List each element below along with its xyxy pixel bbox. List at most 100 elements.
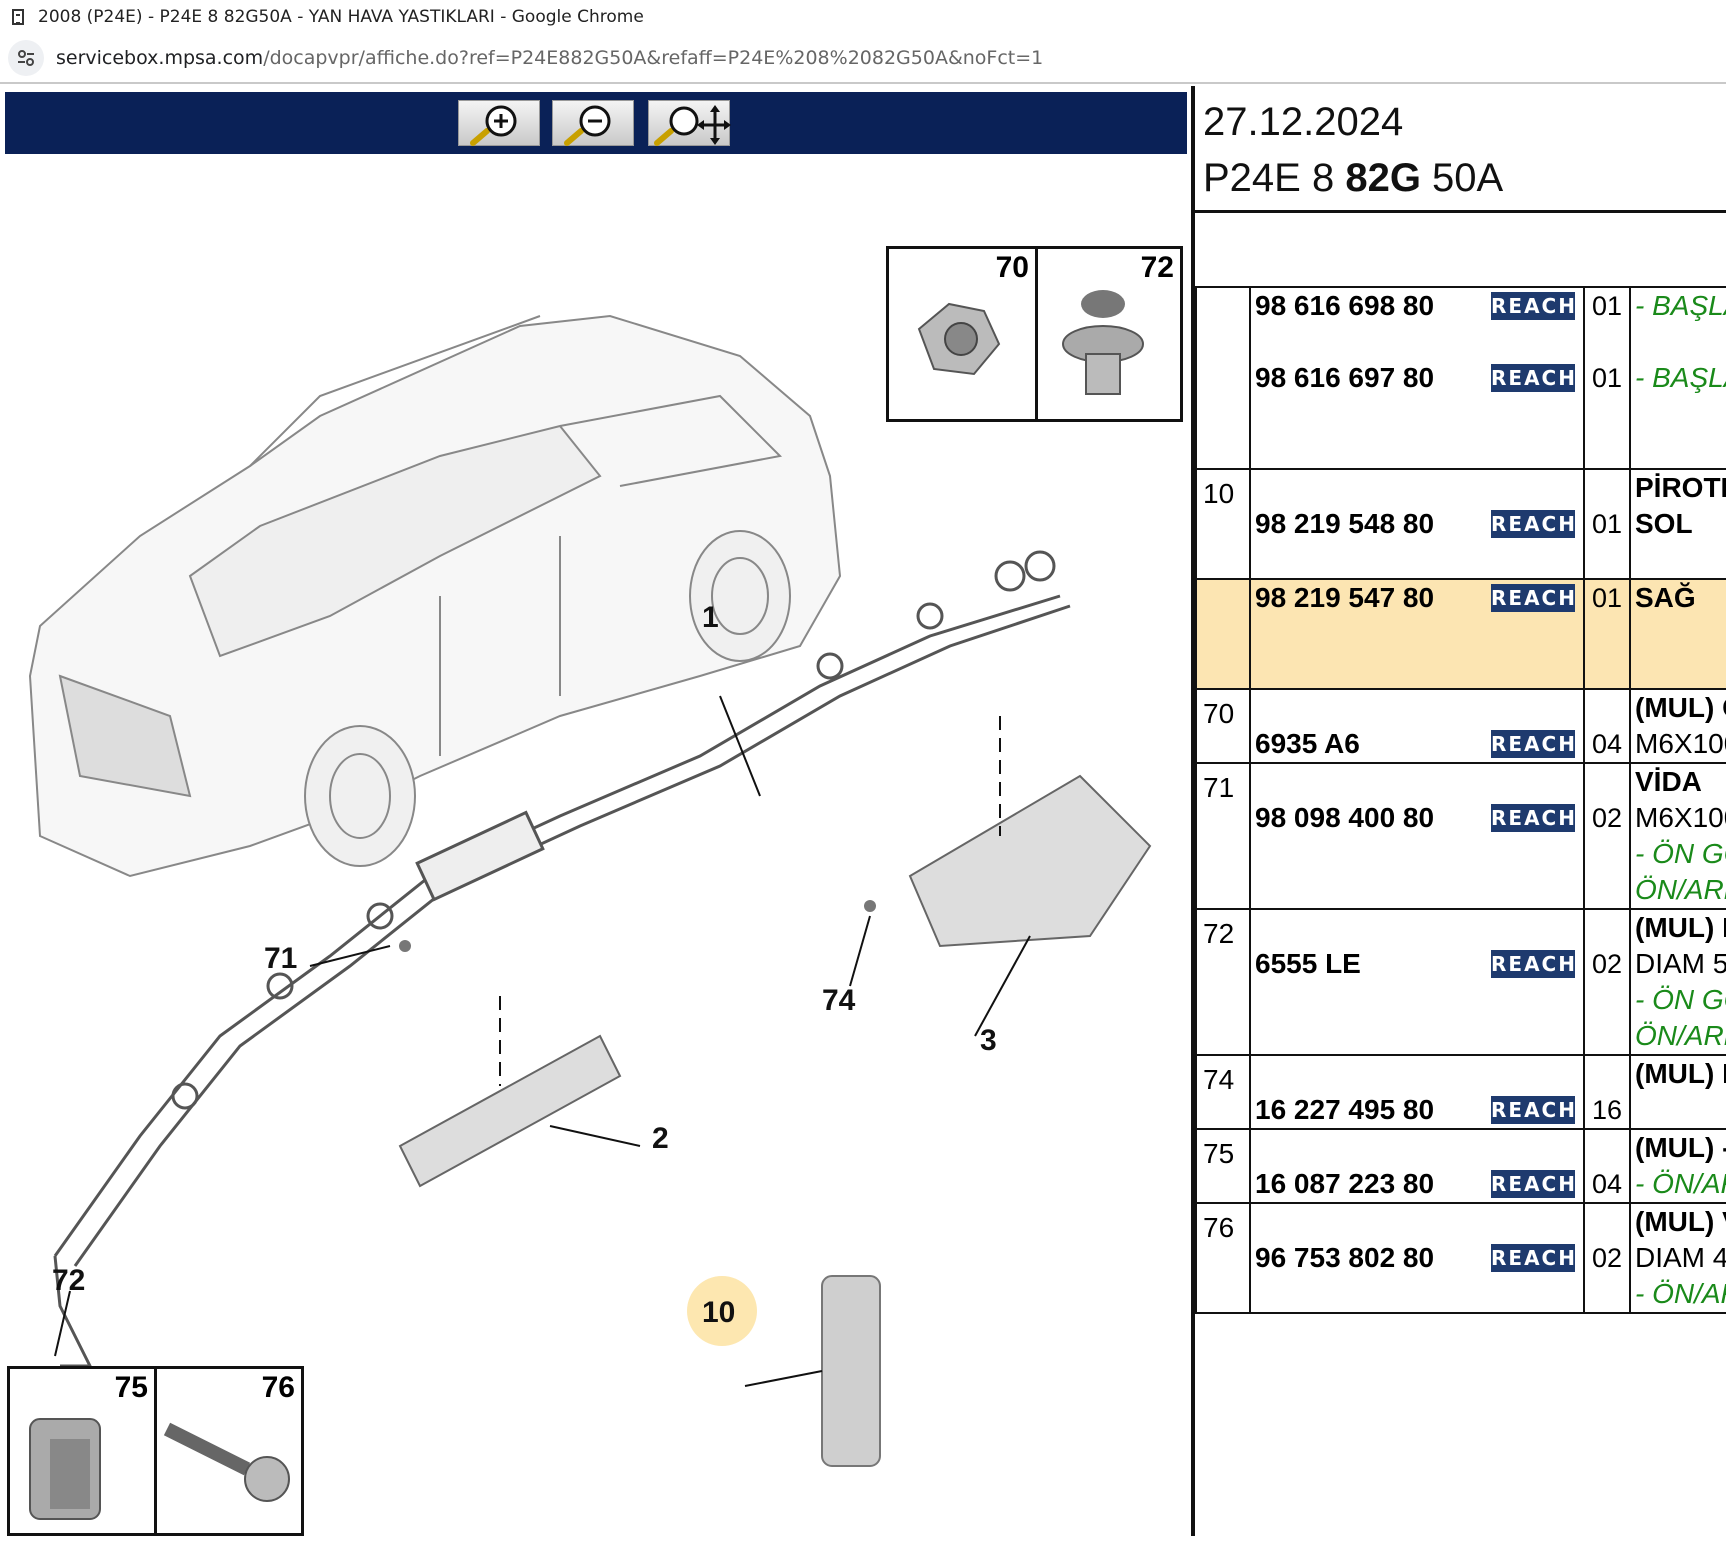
part-number[interactable]: 98 616 697 80 xyxy=(1251,362,1491,394)
description-cell: SAĞ xyxy=(1629,578,1726,690)
reach-badge[interactable]: REACH xyxy=(1491,510,1575,538)
part-number[interactable]: 98 219 548 80 xyxy=(1251,508,1491,540)
zoom-out-button[interactable] xyxy=(552,100,634,146)
part-number[interactable]: 98 616 698 80 xyxy=(1251,290,1491,322)
exploded-diagram[interactable]: 1 2 3 10 71 72 74 70 72 75 76 xyxy=(0,156,1192,1536)
table-row[interactable]: 7516 087 223 80REACH04(MUL) -- ÖN/AR xyxy=(1195,1128,1726,1204)
part-number-cell: 16 087 223 80 REACH xyxy=(1249,1128,1585,1204)
part-number[interactable]: 98 219 547 80 xyxy=(1251,582,1491,614)
part-number-cell: 98 098 400 80 REACH xyxy=(1249,762,1585,910)
screw-71-mark xyxy=(399,940,411,952)
callout-2[interactable]: 2 xyxy=(652,1122,669,1156)
inset-part-76[interactable]: 76 xyxy=(154,1366,304,1536)
callout-3[interactable]: 3 xyxy=(980,1024,997,1058)
part-number[interactable]: 6555 LE xyxy=(1251,948,1491,980)
quantity-cell: 02 xyxy=(1583,1202,1631,1314)
doc-reference: P24E 8 82G 50A xyxy=(1203,156,1504,200)
quantity: 01 xyxy=(1591,508,1623,539)
ref-cell: 70 xyxy=(1195,688,1251,764)
reach-badge[interactable]: REACH xyxy=(1491,950,1575,978)
description-text: - ÖN/AR xyxy=(1635,1168,1726,1199)
reach-badge[interactable]: REACH xyxy=(1491,1244,1575,1272)
quantity-cell: 02 xyxy=(1583,908,1631,1056)
part-number-cell: 16 227 495 80 REACH xyxy=(1249,1054,1585,1130)
parts-list-pane: 27.12.2024 P24E 8 82G 50A 98 616 698 80 R… xyxy=(1191,86,1726,1536)
reach-badge[interactable]: REACH xyxy=(1491,584,1575,612)
quantity-cell: 01 xyxy=(1583,468,1631,580)
reach-badge[interactable]: REACH xyxy=(1491,1096,1575,1124)
ref-cell: 75 xyxy=(1195,1128,1251,1204)
part-number[interactable]: 16 087 223 80 xyxy=(1251,1168,1491,1200)
ref-cell: 74 xyxy=(1195,1054,1251,1130)
pan-button[interactable] xyxy=(648,100,731,146)
description-text: SOL xyxy=(1635,508,1693,539)
description-cell: PİROTE SOL xyxy=(1629,468,1726,580)
callout-74[interactable]: 74 xyxy=(822,984,855,1018)
reach-badge[interactable]: REACH xyxy=(1491,730,1575,758)
inset-part-75[interactable]: 75 xyxy=(7,1366,157,1536)
description-cell: (MUL) Ç M6X100 xyxy=(1629,688,1726,764)
description-cell: (MUL) - - ÖN/AR xyxy=(1629,1128,1726,1204)
part-number[interactable]: 96 753 802 80 xyxy=(1251,1242,1491,1274)
part-number[interactable]: 16 227 495 80 xyxy=(1251,1094,1491,1126)
reach-badge[interactable]: REACH xyxy=(1491,804,1575,832)
description-text: ÖN/ARK xyxy=(1635,874,1726,905)
part-number[interactable]: 6935 A6 xyxy=(1251,728,1491,760)
table-row[interactable]: 7416 227 495 80REACH16(MUL) P xyxy=(1195,1054,1726,1130)
url-host: servicebox.mpsa.com xyxy=(56,47,264,69)
car-illustration xyxy=(28,314,842,878)
quantity-cell: 02 xyxy=(1583,762,1631,910)
callout-71[interactable]: 71 xyxy=(264,942,297,976)
reach-badge[interactable]: REACH xyxy=(1491,292,1575,320)
url-text[interactable]: servicebox.mpsa.com/docapvpr/affiche.do?… xyxy=(56,47,1043,69)
description-text: M6X100 xyxy=(1635,728,1726,759)
description-text: (MUL) Ç xyxy=(1635,692,1726,723)
quantity: 02 xyxy=(1591,948,1623,979)
description-text: (MUL) P xyxy=(1635,1058,1726,1089)
callout-1[interactable]: 1 xyxy=(702,601,719,635)
inset-part-72[interactable]: 72 xyxy=(1035,246,1183,422)
table-row[interactable]: 98 219 547 80 REACH 01 SAĞ xyxy=(1195,578,1726,690)
diagram-pane: 1 2 3 10 71 72 74 70 72 75 76 xyxy=(0,86,1192,1536)
part-number-cell: 98 219 547 80 REACH xyxy=(1249,578,1585,690)
airbag-part-10 xyxy=(821,1275,881,1467)
url-path: /docapvpr/affiche.do?ref=P24E882G50A&ref… xyxy=(263,47,1044,69)
ref-cell: 76 xyxy=(1195,1202,1251,1314)
table-row[interactable]: 7696 753 802 80REACH02(MUL) VDIAM 4,- ÖN… xyxy=(1195,1202,1726,1314)
table-row[interactable]: 1098 219 548 80REACH 01PİROTESOL xyxy=(1195,468,1726,580)
ref-cell: 10 xyxy=(1195,468,1251,580)
inset-72-label: 72 xyxy=(1140,251,1174,284)
table-row[interactable]: 7198 098 400 80REACH02VİDAM6X100- ÖN GÖÖ… xyxy=(1195,762,1726,910)
description-text: VİDA xyxy=(1635,766,1702,797)
part-number[interactable]: 98 098 400 80 xyxy=(1251,802,1491,834)
reach-badge[interactable]: REACH xyxy=(1491,364,1575,392)
table-row[interactable]: 726555 LEREACH02(MUL) PDIAM 5-- ÖN GÖÖN/… xyxy=(1195,908,1726,1056)
description-text: SAĞ xyxy=(1635,582,1696,613)
document-icon xyxy=(12,9,24,25)
part-number-cell: 96 753 802 80 REACH xyxy=(1249,1202,1585,1314)
table-row[interactable]: 98 616 698 80 REACH 98 616 697 80 REACH 01 01… xyxy=(1195,286,1726,470)
description-cell: - BAŞLA - BAŞLA xyxy=(1629,286,1726,470)
callout-72[interactable]: 72 xyxy=(52,1264,85,1298)
description-text: - ÖN/AR xyxy=(1635,1278,1726,1309)
quantity-cell: 04 xyxy=(1583,688,1631,764)
description-text: M6X100 xyxy=(1635,802,1726,833)
site-info-icon[interactable] xyxy=(8,40,44,76)
airbag-part-2 xyxy=(398,1034,622,1188)
quantity-cell: 16 xyxy=(1583,1054,1631,1130)
quantity: 02 xyxy=(1591,802,1623,833)
description-text: ÖN/ARK xyxy=(1635,1020,1726,1051)
callout-10[interactable]: 10 xyxy=(702,1296,735,1330)
table-row[interactable]: 706935 A6REACH 04(MUL) Ç M6X100 xyxy=(1195,688,1726,764)
description-cell: (MUL) P DIAM 5- - ÖN GÖ ÖN/ARK xyxy=(1629,908,1726,1056)
address-bar[interactable]: servicebox.mpsa.com/docapvpr/affiche.do?… xyxy=(0,34,1726,84)
zoom-in-button[interactable] xyxy=(458,100,540,146)
nut-74-mark xyxy=(864,900,876,912)
inset-part-70[interactable]: 70 xyxy=(886,246,1038,422)
zoom-out-icon xyxy=(564,105,611,146)
zoom-toolbar xyxy=(5,92,1187,154)
description-text: - BAŞLA xyxy=(1635,290,1726,321)
doc-date: 27.12.2024 xyxy=(1203,100,1404,144)
window-titlebar: 2008 (P24E) - P24E 8 82G50A - YAN HAVA Y… xyxy=(0,0,1726,34)
reach-badge[interactable]: REACH xyxy=(1491,1170,1575,1198)
